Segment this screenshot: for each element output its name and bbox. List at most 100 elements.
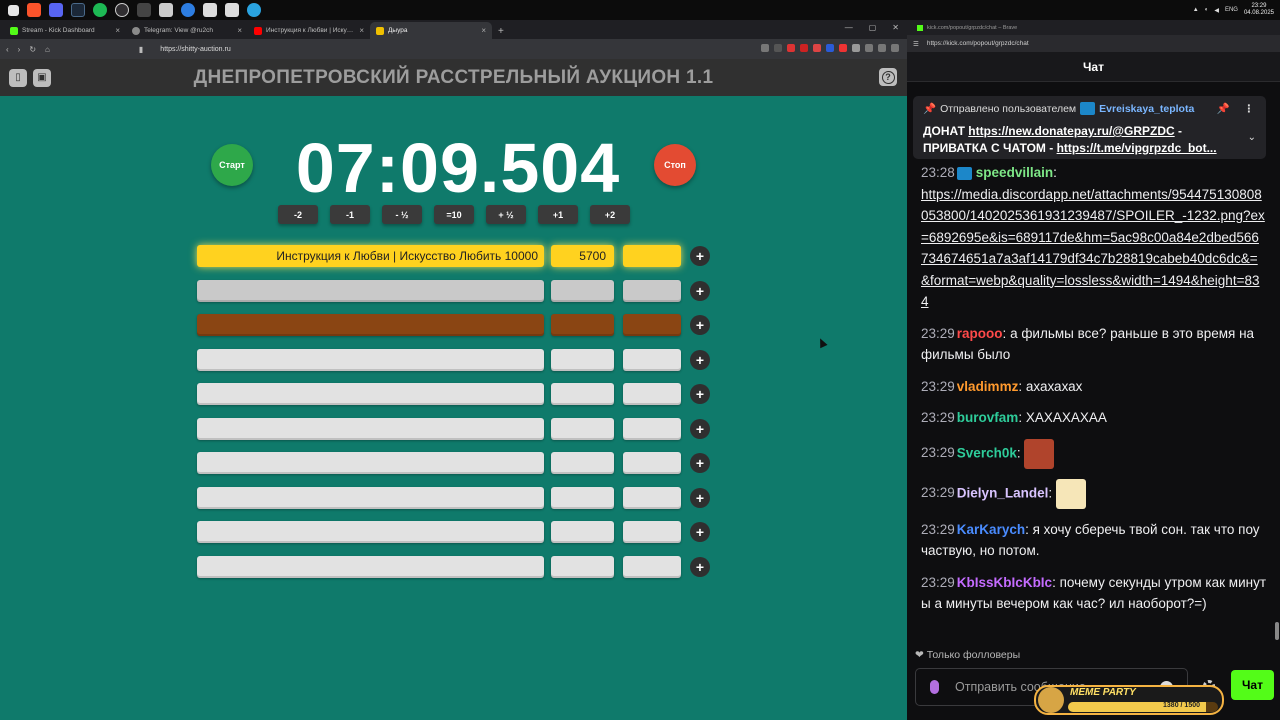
lot-amount-input[interactable] [551, 279, 614, 302]
reload-icon[interactable]: ↻ [29, 45, 36, 54]
add-amount-button[interactable]: + [690, 246, 710, 266]
download-icon[interactable] [878, 44, 886, 52]
message-username[interactable]: vladimmz [957, 379, 1019, 394]
discord-icon[interactable] [49, 3, 63, 17]
message-username[interactable]: burovfam [957, 410, 1019, 425]
forward-icon[interactable]: › [18, 45, 21, 54]
app-icon[interactable] [137, 3, 151, 17]
extension-icon[interactable] [813, 44, 821, 52]
url-field[interactable]: https://shitty-auction.ru [160, 46, 230, 53]
tab-auction[interactable]: Дыура × [370, 22, 492, 39]
plus-1-button[interactable]: +1 [538, 205, 578, 224]
lot-name-input[interactable] [197, 521, 544, 543]
lot-percent-field[interactable] [623, 452, 681, 474]
microphone-icon[interactable] [930, 680, 939, 694]
tab-telegram[interactable]: Telegram: View @ru2ch × [126, 22, 248, 39]
extension-icon[interactable] [826, 44, 834, 52]
message-username[interactable]: Sverch0k [957, 445, 1017, 460]
minimize-icon[interactable]: — [845, 23, 853, 32]
lot-percent-field[interactable] [623, 555, 681, 578]
add-amount-button[interactable]: + [690, 487, 710, 508]
lot-percent-field[interactable] [623, 417, 681, 440]
lot-name-input[interactable] [197, 383, 544, 405]
pinned-user[interactable]: Evreiskaya_teplota [1099, 103, 1194, 115]
set-10-button[interactable]: =10 [434, 205, 474, 224]
lot-amount-input[interactable] [551, 417, 614, 440]
lot-amount-input[interactable] [551, 555, 614, 578]
lot-percent-field[interactable] [623, 383, 681, 405]
lot-name-input[interactable] [197, 348, 544, 371]
add-amount-button[interactable]: + [690, 453, 710, 473]
extension-icon[interactable] [865, 44, 873, 52]
new-tab-icon[interactable]: + [498, 26, 504, 37]
donate-link[interactable]: https://new.donatepay.ru/@GRPZDC [968, 124, 1174, 138]
minus-2-button[interactable]: -2 [278, 205, 318, 224]
extension-icon[interactable] [787, 44, 795, 52]
lot-name-input[interactable] [197, 314, 544, 336]
add-amount-button[interactable]: + [690, 315, 710, 335]
bookmark-icon[interactable]: ▮ [139, 45, 143, 54]
add-amount-button[interactable]: + [690, 280, 710, 301]
windows-start-icon[interactable] [8, 4, 19, 16]
lot-name-input[interactable] [197, 417, 544, 440]
message-username[interactable]: speedvillain [976, 165, 1053, 180]
plus-2-button[interactable]: +2 [590, 205, 630, 224]
send-chat-button[interactable]: Чат [1231, 670, 1274, 700]
lot-amount-input[interactable] [551, 486, 614, 509]
start-button[interactable]: Старт [211, 144, 253, 186]
extension-icon[interactable] [839, 44, 847, 52]
message-username[interactable]: rapooo [957, 326, 1003, 341]
message-username[interactable]: KbIssKbIcKbIc [957, 575, 1052, 590]
lot-amount-input[interactable] [551, 383, 614, 405]
add-amount-button[interactable]: + [690, 556, 710, 577]
close-icon[interactable]: × [481, 26, 486, 35]
telegram-link[interactable]: https://t.me/vipgrpzdc_bot... [1057, 141, 1217, 155]
extension-icon[interactable] [774, 44, 782, 52]
lot-amount-input[interactable]: 5700 [551, 245, 614, 267]
tab-kick-dashboard[interactable]: Stream - Kick Dashboard × [4, 22, 126, 39]
add-amount-button[interactable]: + [690, 522, 710, 542]
more-options-icon[interactable]: ⋮ [1244, 103, 1255, 115]
unpin-icon[interactable]: 📌 [1217, 102, 1230, 115]
extension-icon[interactable] [800, 44, 808, 52]
lot-name-input[interactable]: Инструкция к Любви | Искусство Любить 10… [197, 245, 544, 267]
lot-name-input[interactable] [197, 555, 544, 578]
lot-amount-input[interactable] [551, 314, 614, 336]
plus-half-button[interactable]: + ½ [486, 205, 526, 224]
lot-name-input[interactable] [197, 486, 544, 509]
language-indicator[interactable]: ENG [1225, 7, 1238, 13]
spotify-icon[interactable] [93, 3, 107, 17]
lot-percent-field[interactable] [623, 245, 681, 267]
message-link[interactable]: https://media.discordapp.net/attachments… [921, 187, 1265, 310]
telegram-icon[interactable] [247, 3, 261, 17]
close-icon[interactable]: × [237, 26, 242, 35]
wifi-icon[interactable]: ◐ [1205, 7, 1209, 13]
clock[interactable]: 23:29 04.08.2025 [1244, 3, 1274, 17]
chat-scrollbar[interactable] [1275, 622, 1279, 640]
tool2-icon[interactable] [225, 3, 239, 17]
add-amount-button[interactable]: + [690, 349, 710, 370]
menu-icon[interactable] [891, 44, 899, 52]
lot-amount-input[interactable] [551, 521, 614, 543]
volume-icon[interactable]: ◀ [1214, 7, 1219, 14]
chevron-down-icon[interactable]: ⌄ [1248, 132, 1256, 143]
settings-icon[interactable]: ☰ [913, 40, 919, 48]
add-amount-button[interactable]: + [690, 384, 710, 404]
tool-icon[interactable] [203, 3, 217, 17]
lot-name-input[interactable] [197, 279, 544, 302]
minus-half-button[interactable]: - ½ [382, 205, 422, 224]
close-icon[interactable]: × [115, 26, 120, 35]
stop-button[interactable]: Стоп [654, 144, 696, 186]
lot-amount-input[interactable] [551, 348, 614, 371]
obs-icon[interactable] [115, 3, 129, 17]
close-icon[interactable]: × [359, 26, 364, 35]
lot-percent-field[interactable] [623, 314, 681, 336]
steam-icon[interactable] [71, 3, 85, 17]
close-window-icon[interactable]: ✕ [892, 23, 899, 32]
message-username[interactable]: Dielyn_Landel [957, 485, 1049, 500]
minus-1-button[interactable]: -1 [330, 205, 370, 224]
lot-percent-field[interactable] [623, 486, 681, 509]
lot-name-input[interactable] [197, 452, 544, 474]
maximize-icon[interactable]: ▢ [869, 23, 877, 32]
lot-amount-input[interactable] [551, 452, 614, 474]
